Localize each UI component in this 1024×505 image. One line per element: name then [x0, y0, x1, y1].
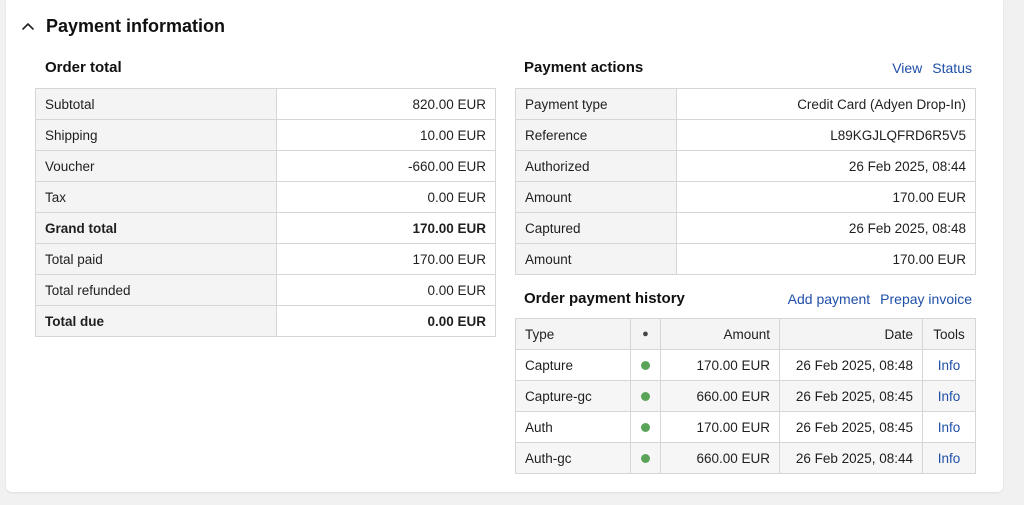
history-row: Auth-gc 660.00 EUR 26 Feb 2025, 08:44 Info [515, 442, 976, 474]
payment-action-label: Amount [515, 181, 677, 213]
history-status [630, 442, 661, 474]
col-tools: Tools [922, 318, 976, 350]
payment-actions-table: Payment type Credit Card (Adyen Drop-In) R… [515, 88, 976, 275]
history-status [630, 349, 661, 381]
order-total-value: 0.00 EUR [276, 274, 496, 306]
history-amount: 170.00 EUR [660, 411, 780, 443]
payment-history-title: Order payment history [524, 290, 685, 307]
order-total-label: Grand total [35, 212, 277, 244]
status-dot-icon [641, 423, 650, 433]
info-link[interactable]: Info [938, 451, 961, 466]
order-total-label: Total refunded [35, 274, 277, 306]
history-row: Capture 170.00 EUR 26 Feb 2025, 08:48 Info [515, 349, 976, 381]
order-total-row: Tax 0.00 EUR [35, 181, 496, 213]
order-total-value: 0.00 EUR [276, 305, 496, 337]
order-total-value: 0.00 EUR [276, 181, 496, 213]
payment-action-label: Authorized [515, 150, 677, 182]
order-total-row: Subtotal 820.00 EUR [35, 88, 496, 120]
history-row: Capture-gc 660.00 EUR 26 Feb 2025, 08:45 In… [515, 380, 976, 412]
payment-action-label: Amount [515, 243, 677, 275]
payment-action-row: Reference L89KGJLQFRD6R5V5 [515, 119, 976, 151]
history-type: Auth [515, 411, 631, 443]
history-date: 26 Feb 2025, 08:45 [779, 411, 923, 443]
history-date: 26 Feb 2025, 08:45 [779, 380, 923, 412]
payment-action-row: Amount 170.00 EUR [515, 181, 976, 213]
order-total-value: 170.00 EUR [276, 243, 496, 275]
order-total-value: 10.00 EUR [276, 119, 496, 151]
order-total-row: Voucher -660.00 EUR [35, 150, 496, 182]
payment-history-links: Add payment Prepay invoice [788, 291, 972, 307]
order-total-row: Total due 0.00 EUR [35, 305, 496, 337]
history-type: Auth-gc [515, 442, 631, 474]
info-link[interactable]: Info [938, 358, 961, 373]
payment-action-label: Payment type [515, 88, 677, 120]
payment-action-row: Authorized 26 Feb 2025, 08:44 [515, 150, 976, 182]
history-header-row: Type ● Amount Date Tools [515, 318, 976, 350]
payment-information-panel: Payment information Order total Subtotal… [6, 0, 1003, 492]
order-total-title: Order total [45, 59, 122, 76]
order-total-row: Total paid 170.00 EUR [35, 243, 496, 275]
payment-action-label: Captured [515, 212, 677, 244]
payment-action-row: Captured 26 Feb 2025, 08:48 [515, 212, 976, 244]
order-total-label: Shipping [35, 119, 277, 151]
history-amount: 660.00 EUR [660, 442, 780, 474]
status-dot-icon [641, 454, 650, 464]
history-type: Capture [515, 349, 631, 381]
col-type: Type [515, 318, 631, 350]
order-total-label: Voucher [35, 150, 277, 182]
payment-action-value: Credit Card (Adyen Drop-In) [676, 88, 976, 120]
order-total-label: Subtotal [35, 88, 277, 120]
payment-actions-title: Payment actions [524, 59, 644, 76]
history-tools: Info [922, 349, 976, 381]
chevron-up-icon [22, 23, 34, 30]
history-status [630, 411, 661, 443]
payment-action-value: 170.00 EUR [676, 181, 976, 213]
info-link[interactable]: Info [938, 389, 961, 404]
status-dot-icon [641, 392, 650, 402]
payment-action-value: 170.00 EUR [676, 243, 976, 275]
order-total-row: Shipping 10.00 EUR [35, 119, 496, 151]
payment-action-label: Reference [515, 119, 677, 151]
history-amount: 660.00 EUR [660, 380, 780, 412]
payment-action-row: Amount 170.00 EUR [515, 243, 976, 275]
order-total-row: Total refunded 0.00 EUR [35, 274, 496, 306]
order-total-value: 820.00 EUR [276, 88, 496, 120]
history-type: Capture-gc [515, 380, 631, 412]
status-dot-icon [641, 361, 650, 371]
col-amount: Amount [660, 318, 780, 350]
order-total-label: Tax [35, 181, 277, 213]
prepay-invoice-link[interactable]: Prepay invoice [880, 291, 972, 307]
order-total-value: 170.00 EUR [276, 212, 496, 244]
history-status [630, 380, 661, 412]
view-link[interactable]: View [892, 60, 922, 76]
payment-action-value: L89KGJLQFRD6R5V5 [676, 119, 976, 151]
add-payment-link[interactable]: Add payment [788, 291, 871, 307]
order-total-row: Grand total 170.00 EUR [35, 212, 496, 244]
order-total-table: Subtotal 820.00 EUR Shipping 10.00 EUR Vouch… [35, 88, 496, 337]
payment-information-toggle[interactable]: Payment information [20, 14, 225, 38]
history-date: 26 Feb 2025, 08:44 [779, 442, 923, 474]
history-tools: Info [922, 442, 976, 474]
payment-actions-links: View Status [892, 60, 972, 76]
col-status: ● [630, 318, 661, 350]
info-link[interactable]: Info [938, 420, 961, 435]
payment-action-value: 26 Feb 2025, 08:44 [676, 150, 976, 182]
order-total-label: Total due [35, 305, 277, 337]
history-date: 26 Feb 2025, 08:48 [779, 349, 923, 381]
history-row: Auth 170.00 EUR 26 Feb 2025, 08:45 Info [515, 411, 976, 443]
order-total-label: Total paid [35, 243, 277, 275]
section-title: Payment information [46, 15, 226, 36]
history-tools: Info [922, 411, 976, 443]
payment-history-table: Type ● Amount Date Tools Capture 170.00 E… [515, 318, 976, 474]
status-link[interactable]: Status [932, 60, 972, 76]
history-tools: Info [922, 380, 976, 412]
col-date: Date [779, 318, 923, 350]
payment-action-value: 26 Feb 2025, 08:48 [676, 212, 976, 244]
order-total-value: -660.00 EUR [276, 150, 496, 182]
payment-action-row: Payment type Credit Card (Adyen Drop-In) [515, 88, 976, 120]
history-amount: 170.00 EUR [660, 349, 780, 381]
